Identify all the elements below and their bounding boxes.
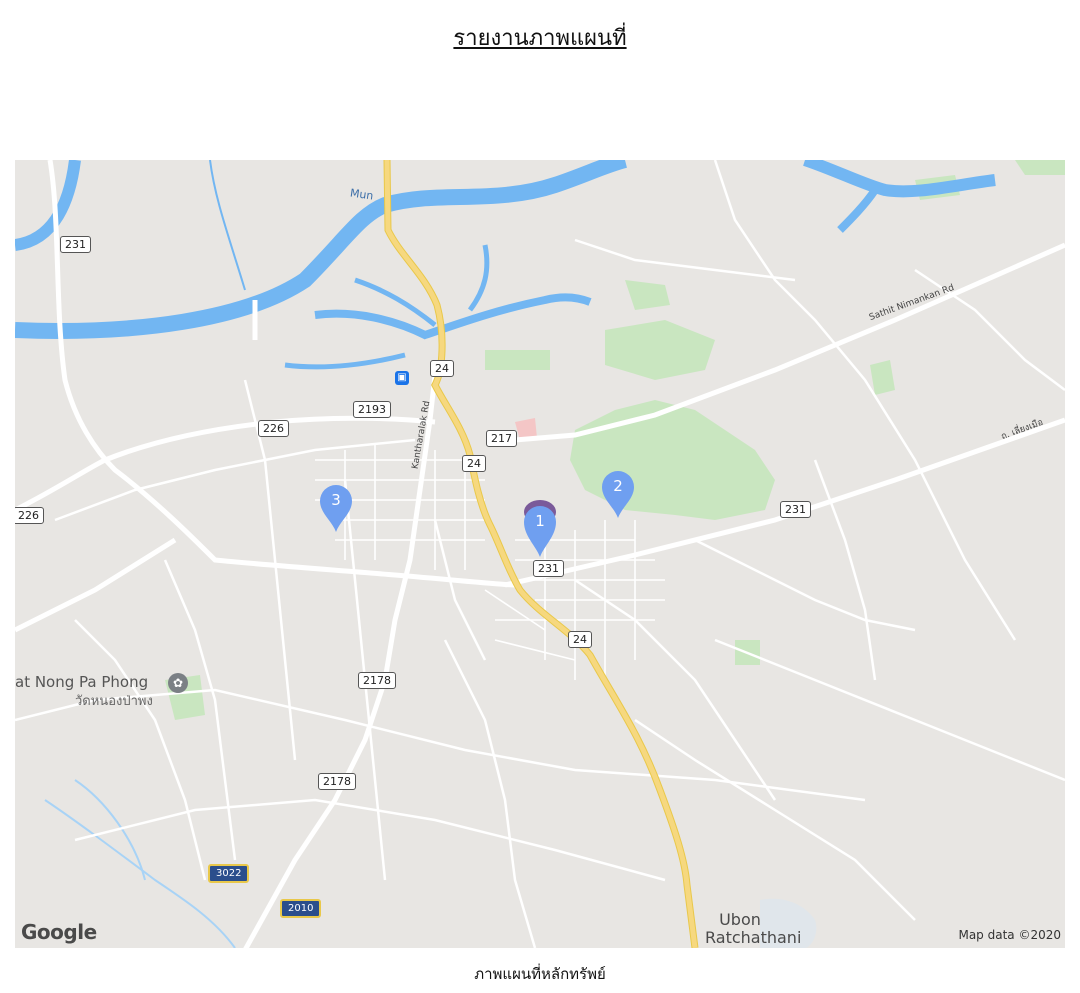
- map-caption: ภาพแผนที่หลักทรัพย์: [474, 965, 606, 983]
- marker-label: 2: [613, 477, 623, 495]
- city-label-line1: Ubon: [719, 910, 761, 929]
- map-view[interactable]: 231 24 2193 226 217 24 226 231 231 24 21…: [15, 160, 1065, 948]
- route-shield-2178: 2178: [358, 672, 396, 689]
- route-shield-24: 24: [568, 631, 592, 648]
- route-shield-217: 217: [486, 430, 517, 447]
- city-label-line2: Ratchathani: [705, 928, 802, 947]
- route-shield-226: 226: [258, 420, 289, 437]
- map-marker-2[interactable]: 2: [600, 469, 636, 519]
- map-marker-1[interactable]: 1: [522, 498, 558, 557]
- route-shield-231: 231: [533, 560, 564, 577]
- temple-icon[interactable]: ✿: [168, 673, 188, 693]
- route-shield-231: 231: [60, 236, 91, 253]
- train-station-icon[interactable]: ▣: [395, 371, 409, 385]
- map-marker-3[interactable]: 3: [318, 483, 354, 533]
- poi-label-en: at Nong Pa Phong: [15, 673, 149, 691]
- map-attribution[interactable]: Map data ©2020: [958, 928, 1061, 942]
- route-shield-2193: 2193: [353, 401, 391, 418]
- route-shield-231: 231: [780, 501, 811, 518]
- route-shield-2010: 2010: [280, 899, 322, 918]
- route-shield-226: 226: [15, 507, 44, 524]
- google-logo: Google: [21, 920, 97, 944]
- route-shield-24: 24: [430, 360, 454, 377]
- marker-label: 3: [331, 491, 341, 509]
- poi-label-th: วัดหนองป่าพง: [75, 694, 153, 709]
- marker-label: 1: [535, 512, 545, 530]
- city-label: Ubon Ratchathani: [705, 910, 802, 947]
- route-shield-2178: 2178: [318, 773, 356, 790]
- route-shield-3022: 3022: [208, 864, 250, 883]
- page-title: รายงานภาพแผนที่: [453, 26, 627, 51]
- route-shield-24: 24: [462, 455, 486, 472]
